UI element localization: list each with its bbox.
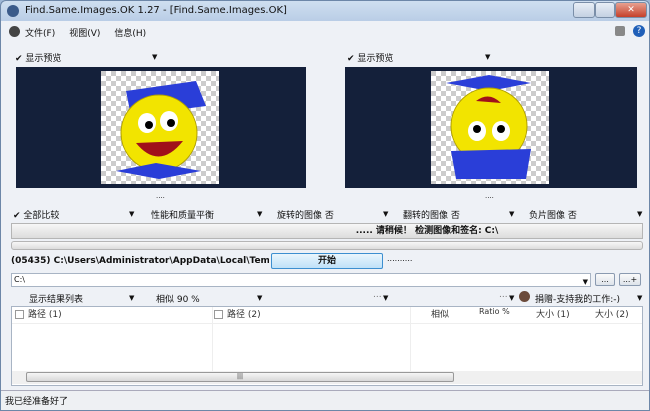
preview-left-caption: .... <box>156 192 165 200</box>
maximize-button[interactable] <box>595 2 615 18</box>
status-message: ..... 请稍候！ 检测图像和签名: C:\ <box>355 226 499 236</box>
quality-dropdown[interactable]: 性能和质量平衡 <box>151 208 214 221</box>
close-button[interactable]: ✕ <box>615 2 647 18</box>
chevron-down-icon[interactable]: ▼ <box>129 210 134 218</box>
chevron-down-icon[interactable]: ▼ <box>509 294 514 302</box>
after-start-text: .......... <box>387 254 413 263</box>
window-title: Find.Same.Images.OK 1.27 - [Find.Same.Im… <box>25 5 287 16</box>
menu-info[interactable]: 信息(H) <box>114 26 146 39</box>
status-message-bar: ..... 请稍候！ 检测图像和签名: C:\ <box>11 223 643 239</box>
filter-dropdown-1[interactable]: ... <box>373 290 382 300</box>
preview-right <box>345 67 637 188</box>
folder-input[interactable]: C:\ ▼ <box>11 273 591 287</box>
main-window: Find.Same.Images.OK 1.27 - [Find.Same.Im… <box>0 0 650 411</box>
preview-right-label: 显示预览 <box>357 54 394 64</box>
column-ratio[interactable]: Ratio % <box>479 307 510 316</box>
checkbox[interactable] <box>15 310 24 319</box>
preview-left-toggle[interactable]: ✔ 显示预览 <box>15 51 61 64</box>
chevron-down-icon[interactable]: ▼ <box>257 210 262 218</box>
flipped-dropdown[interactable]: 翻转的图像 否 <box>403 208 460 221</box>
browse-button[interactable]: ... <box>595 273 615 286</box>
chevron-down-icon[interactable]: ▼ <box>257 294 262 302</box>
column-path-1[interactable]: 路径 (1) <box>15 307 62 320</box>
scrollbar-thumb[interactable]: ||| <box>26 372 454 382</box>
donate-icon <box>519 291 530 302</box>
preview-left <box>16 67 306 188</box>
folder-input-value: C:\ <box>14 275 25 284</box>
donate-link[interactable]: 捐赠-支持我的工作:-) <box>535 292 620 305</box>
compare-mode-dropdown[interactable]: ✔ 全部比较 <box>13 208 59 221</box>
menu-bar: 文件(F) 视图(V) 信息(H) <box>5 22 645 42</box>
negative-dropdown[interactable]: 负片图像 否 <box>529 208 577 221</box>
chevron-down-icon[interactable]: ▼ <box>509 210 514 218</box>
status-bar: 我已经准备好了 <box>1 390 649 410</box>
checkbox[interactable] <box>214 310 223 319</box>
current-path: (05435) C:\Users\Administrator\AppData\L… <box>11 256 269 266</box>
preview-right-toggle[interactable]: ✔ 显示预览 <box>347 51 393 64</box>
rotated-dropdown[interactable]: 旋转的图像 否 <box>277 208 334 221</box>
minimize-button[interactable] <box>573 2 595 18</box>
preview-image-left <box>101 71 219 184</box>
help-icon[interactable]: ? <box>633 25 645 37</box>
chevron-down-icon[interactable]: ▼ <box>129 294 134 302</box>
similarity-dropdown[interactable]: 相似 90 % <box>156 292 200 305</box>
show-results-dropdown[interactable]: 显示结果列表 <box>29 292 83 305</box>
start-button[interactable]: 开始 <box>271 253 383 269</box>
menu-view[interactable]: 视图(V) <box>69 26 100 39</box>
filter-dropdown-2[interactable]: ... <box>499 290 508 300</box>
add-folder-button[interactable]: ...+ <box>619 273 641 286</box>
chevron-down-icon[interactable]: ▼ <box>637 294 642 302</box>
horizontal-scrollbar[interactable]: ||| <box>12 371 642 384</box>
column-size-1[interactable]: 大小 (1) <box>536 307 570 320</box>
status-text: 我已经准备好了 <box>5 397 69 407</box>
column-path-2[interactable]: 路径 (2) <box>214 307 261 320</box>
app-icon <box>7 5 19 17</box>
preview-image-right <box>431 71 549 184</box>
preview-left-label: 显示预览 <box>25 54 62 64</box>
column-label: 路径 (2) <box>227 310 261 320</box>
preview-right-caption: .... <box>485 192 494 200</box>
chevron-down-icon[interactable]: ▼ <box>637 210 642 218</box>
print-icon[interactable] <box>615 26 625 36</box>
column-label: 路径 (1) <box>28 310 62 320</box>
progress-bar <box>11 241 643 250</box>
column-similarity[interactable]: 相似 <box>431 307 449 320</box>
compare-mode-label: 全部比较 <box>23 211 60 221</box>
column-size-2[interactable]: 大小 (2) <box>595 307 629 320</box>
chevron-down-icon[interactable]: ▼ <box>583 276 588 288</box>
chevron-down-icon[interactable]: ▼ <box>152 53 157 61</box>
start-button-label: 开始 <box>317 256 336 266</box>
chevron-down-icon[interactable]: ▼ <box>383 294 388 302</box>
menu-app-icon <box>9 26 20 37</box>
menu-file[interactable]: 文件(F) <box>25 26 55 39</box>
chevron-down-icon[interactable]: ▼ <box>383 210 388 218</box>
chevron-down-icon[interactable]: ▼ <box>485 53 490 61</box>
